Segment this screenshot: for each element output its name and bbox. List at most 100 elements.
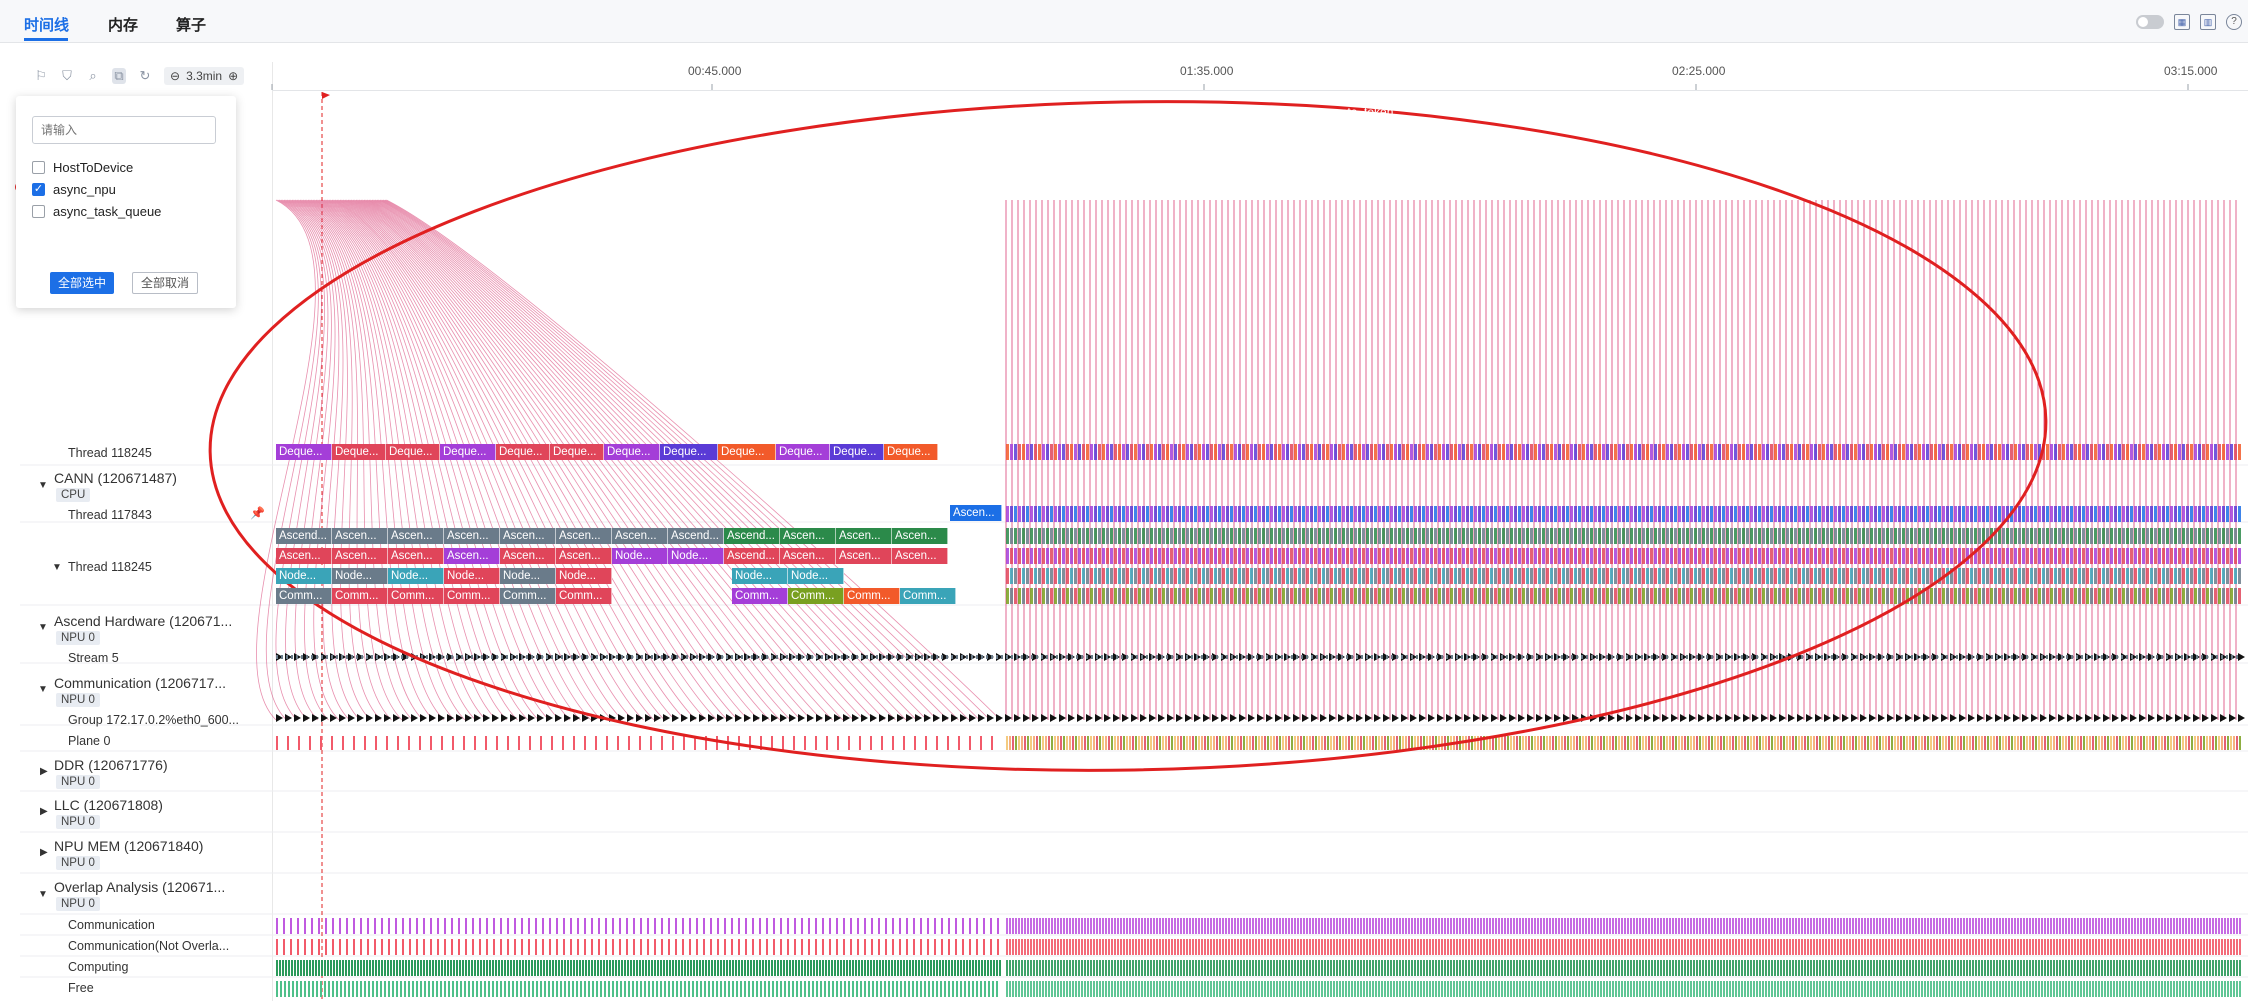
stream-bar [1346, 655, 1348, 659]
ascend-stripe [1794, 506, 1797, 522]
cann-stripe [1550, 528, 1553, 544]
stream-bar [1181, 655, 1183, 659]
ascend-stripe [1954, 506, 1957, 522]
overlap-bar [1525, 939, 1527, 955]
ascend-stripe [1978, 506, 1981, 522]
stream-bar [836, 655, 838, 659]
stream-bar [1721, 655, 1723, 659]
overlap-bar [535, 918, 537, 934]
cann-stripe [2030, 548, 2033, 564]
overlap-bar [661, 918, 663, 934]
cann-stripe [1154, 568, 1157, 584]
overlap-bar [472, 939, 474, 955]
overlap-bar [528, 939, 530, 955]
deque-stripe [1394, 444, 1397, 460]
overlap-bar [1477, 939, 1479, 955]
plane-stripe [1675, 736, 1677, 750]
cann-stripe [1754, 568, 1757, 584]
overlap-bar [1483, 939, 1485, 955]
plane-stripe [1738, 736, 1740, 750]
plane-stripe [1708, 736, 1710, 750]
cann-stripe [1310, 548, 1313, 564]
flow-curve [290, 199, 371, 721]
plane-stripe [1255, 736, 1257, 750]
overlap-bar [1123, 918, 1125, 934]
cann-stripe [1206, 588, 1209, 604]
cann-stripe [1602, 548, 1605, 564]
cann-stripe [1118, 588, 1121, 604]
overlap-bar [507, 960, 509, 976]
plane-stripe [1582, 736, 1584, 750]
cann-stripe [1534, 528, 1537, 544]
overlap-bar [2011, 939, 2013, 955]
overlap-bar [1612, 918, 1614, 934]
deque-stripe [1386, 444, 1389, 460]
cann-stripe [1322, 528, 1325, 544]
overlap-bar [1933, 918, 1935, 934]
cann-stripe [1090, 568, 1093, 584]
group-marker [681, 714, 688, 722]
overlap-bar [696, 939, 698, 955]
overlap-bar [1129, 939, 1131, 955]
cann-stripe [2058, 588, 2061, 604]
cann-stripe [1454, 528, 1457, 544]
ascend-stripe [1590, 506, 1593, 522]
overlap-bar [1477, 960, 1479, 976]
overlap-bar [981, 960, 983, 976]
cann-stripe [1638, 528, 1641, 544]
overlap-bar [906, 918, 908, 934]
cann-stripe [2230, 528, 2233, 544]
ascend-stripe [1326, 506, 1329, 522]
cann-stripe [1586, 568, 1589, 584]
cann-stripe [2142, 528, 2145, 544]
plane-stripe [1984, 736, 1986, 750]
plane-bar [419, 736, 421, 750]
cann-stripe [1126, 528, 1129, 544]
deque-stripe [1018, 444, 1021, 460]
cann-stripe [1818, 568, 1821, 584]
plane-bar [628, 736, 630, 750]
cann-stripe [1958, 568, 1961, 584]
cann-stripe [1262, 548, 1265, 564]
ascend-stripe [1806, 506, 1809, 522]
overlap-bar [282, 960, 284, 976]
cann-stripe [1962, 528, 1965, 544]
cann-stripe [1346, 548, 1349, 564]
overlap-bar [955, 939, 957, 955]
plane-stripe [1906, 736, 1908, 750]
overlap-bar [1255, 939, 1257, 955]
stream-bar [916, 655, 918, 659]
stream-bar [1941, 655, 1943, 659]
group-marker [933, 714, 940, 722]
overlap-bar [1096, 939, 1098, 955]
overlap-bar [1030, 939, 1032, 955]
stream-bar [891, 655, 893, 659]
overlap-bar [384, 960, 386, 976]
overlap-bar [1450, 960, 1452, 976]
group-marker [861, 714, 868, 722]
group-marker [1509, 714, 1516, 722]
overlap-bar [1939, 918, 1941, 934]
ascend-stripe [1714, 506, 1717, 522]
overlap-bar [1960, 918, 1962, 934]
cann-stripe [1562, 568, 1565, 584]
overlap-bar [1183, 960, 1185, 976]
cann-stripe [1158, 528, 1161, 544]
stream-bar [1331, 655, 1333, 659]
cann-stripe [1170, 568, 1173, 584]
overlap-bar [1492, 939, 1494, 955]
ascend-stripe [1586, 506, 1589, 522]
overlap-bar [2068, 918, 2070, 934]
cann-stripe [1146, 588, 1149, 604]
plane-stripe [1015, 736, 1017, 750]
overlap-bar [1189, 960, 1191, 976]
stream-bar [1781, 655, 1783, 659]
stream-bar [1736, 655, 1738, 659]
cann-stripe [1850, 568, 1853, 584]
overlap-bar [1573, 960, 1575, 976]
cann-stripe [1618, 568, 1621, 584]
ascend-stripe [1826, 506, 1829, 522]
overlap-bar [1669, 939, 1671, 955]
overlap-bar [1471, 960, 1473, 976]
overlap-bar [741, 960, 743, 976]
